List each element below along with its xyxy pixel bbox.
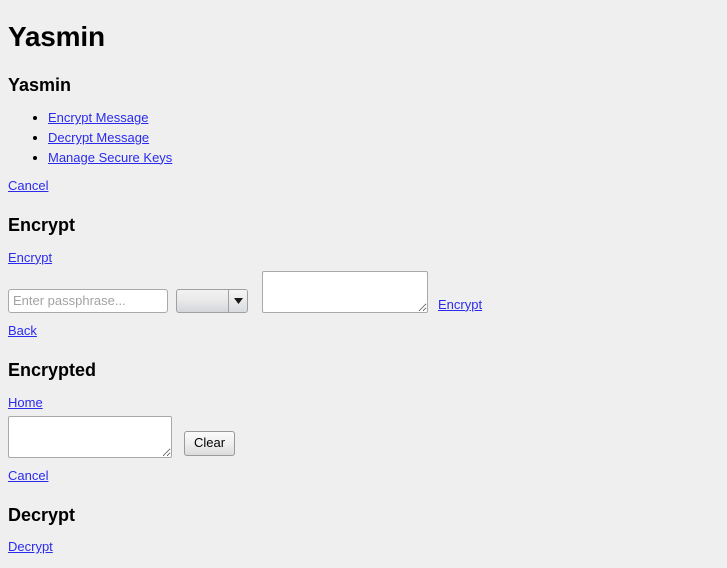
list-item: Decrypt Message [48,129,719,147]
home-menu-list: Encrypt Message Decrypt Message Manage S… [8,109,719,166]
link-encrypt-message[interactable]: Encrypt Message [48,110,148,125]
encrypt-top-link[interactable]: Encrypt [8,250,719,265]
encrypt-back-link[interactable]: Back [8,323,719,338]
link-manage-secure-keys[interactable]: Manage Secure Keys [48,150,172,165]
page-root: Yasmin Yasmin Encrypt Message Decrypt Me… [0,0,727,568]
encrypt-submit-link[interactable]: Encrypt [438,297,482,313]
link-decrypt-message[interactable]: Decrypt Message [48,130,149,145]
clear-button-wrap: Clear [184,431,236,457]
encrypted-result-textarea[interactable] [8,415,172,458]
encrypted-form-row: Clear [8,415,719,458]
encrypted-cancel-link[interactable]: Cancel [8,468,719,483]
home-section-heading: Yasmin [8,74,72,95]
key-select-value [177,290,228,312]
key-select[interactable] [176,288,248,313]
encrypted-home-link[interactable]: Home [8,395,719,410]
list-item: Encrypt Message [48,109,719,127]
decrypt-top-link[interactable]: Decrypt [8,539,719,554]
page-title: Yasmin [8,21,105,52]
chevron-down-icon[interactable] [228,289,247,312]
encrypt-section-heading: Encrypt [8,215,76,236]
encrypted-section-heading: Encrypted [8,359,97,380]
home-cancel-link[interactable]: Cancel [8,178,719,193]
clear-button[interactable]: Clear [184,431,236,456]
passphrase-input[interactable] [8,288,168,313]
decrypt-section-heading: Decrypt [8,504,76,525]
list-item: Manage Secure Keys [48,149,719,167]
encrypt-form-row: Encrypt [8,270,719,313]
encrypt-message-textarea[interactable] [262,270,428,313]
